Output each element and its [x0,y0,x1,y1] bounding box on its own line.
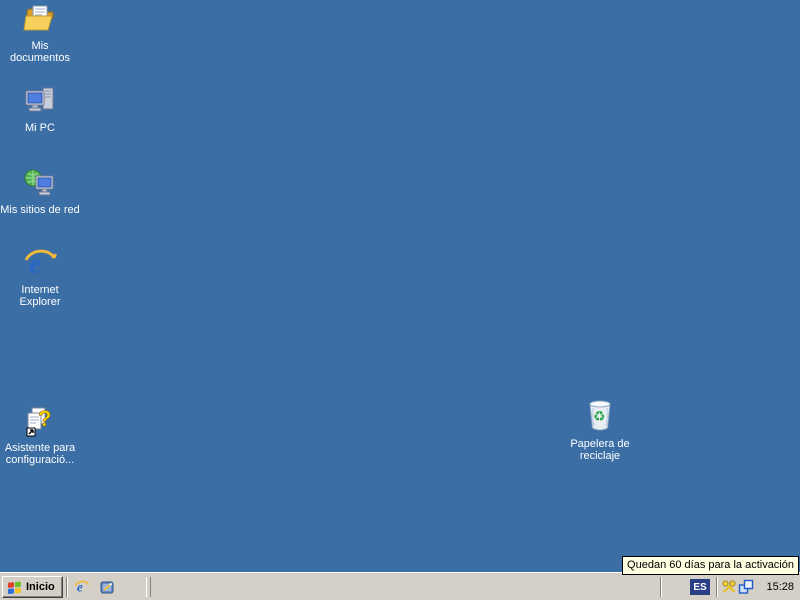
taskbar-clock[interactable]: 15:28 [766,573,794,600]
desktop-icon-asistente-configuracion[interactable]: ? Asistente para configuració... [0,404,80,466]
desktop-icon-label: Mi PC [25,122,55,134]
internet-explorer-icon: e [23,246,57,280]
recycle-symbol: ♻ [593,409,606,423]
recycle-bin-icon: ♻ [583,396,617,434]
svg-text:?: ? [38,406,51,431]
desktop-icon-internet-explorer[interactable]: e Internet Explorer [0,246,80,308]
my-documents-icon [23,2,57,36]
desktop: Mis documentos Mi PC [0,0,800,600]
tray-divider [716,577,718,597]
quick-launch-show-desktop[interactable] [99,579,115,595]
configure-server-wizard-icon: ? [23,404,57,438]
start-button[interactable]: Inicio [2,576,63,598]
desktop-icon-mis-documentos[interactable]: Mis documentos [0,2,80,64]
desktop-icon-mi-pc[interactable]: Mi PC [0,84,80,134]
tray-divider [660,577,662,597]
network-icon[interactable] [738,579,754,595]
windows-logo-icon [7,580,22,594]
taskbar: Inicio e ES [0,572,800,600]
internet-explorer-icon: e [74,579,90,595]
language-indicator[interactable]: ES [690,579,710,595]
my-computer-icon [23,84,57,118]
start-button-label: Inicio [26,581,55,593]
taskbar-divider [66,577,68,597]
activation-tooltip: Quedan 60 días para la activación [622,556,799,575]
activation-keys-icon[interactable] [721,579,737,595]
desktop-icon-label: Mis documentos [0,40,80,64]
show-desktop-icon [99,579,115,595]
quick-launch-internet-explorer[interactable]: e [74,579,90,595]
desktop-icon-label: Internet Explorer [20,284,61,308]
desktop-icon-label: Papelera de reciclaje [570,438,629,462]
quick-launch-drag-handle[interactable] [146,577,151,597]
desktop-icon-mis-sitios-de-red[interactable]: Mis sitios de red [0,166,80,216]
desktop-icon-papelera-de-reciclaje[interactable]: ♻ Papelera de reciclaje [560,396,640,462]
network-places-icon [23,166,57,200]
desktop-icon-label: Asistente para configuració... [5,442,75,466]
desktop-icon-label: Mis sitios de red [0,204,79,216]
